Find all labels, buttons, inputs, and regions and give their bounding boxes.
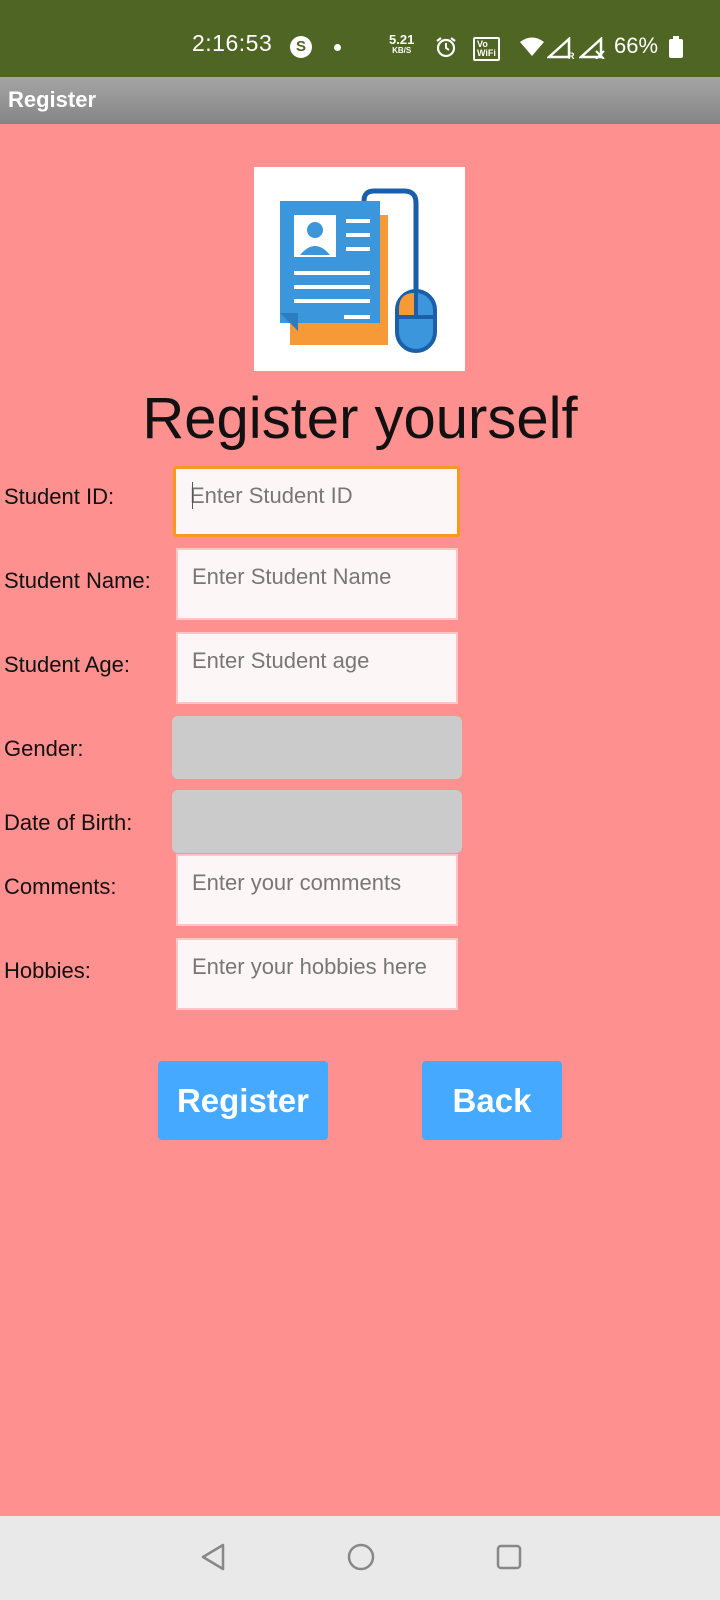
vowifi-icon: Vo WiFi	[473, 37, 500, 61]
vowifi-bottom-text: WiFi	[477, 48, 496, 58]
document-mouse-icon	[280, 188, 437, 353]
comments-placeholder: Enter your comments	[192, 870, 402, 895]
home-circle-icon[interactable]	[346, 1542, 376, 1577]
signal-icon: R	[545, 36, 575, 64]
back-triangle-icon[interactable]	[199, 1542, 227, 1577]
dob-label: Date of Birth:	[4, 810, 133, 835]
student-name-placeholder: Enter Student Name	[192, 564, 392, 589]
comments-label: Comments:	[4, 874, 117, 899]
hobbies-placeholder: Enter your hobbies here	[192, 954, 427, 979]
recents-square-icon[interactable]	[494, 1542, 524, 1577]
battery-percent: 66%	[614, 33, 659, 58]
battery-icon	[669, 36, 683, 58]
student-age-placeholder: Enter Student age	[192, 648, 370, 673]
hobbies-input[interactable]: Enter your hobbies here	[176, 938, 458, 1010]
back-button[interactable]: Back	[422, 1061, 562, 1140]
system-nav-bar	[0, 1516, 720, 1600]
notification-dot-icon	[334, 44, 341, 51]
svg-text:R: R	[568, 51, 575, 59]
student-age-label: Student Age:	[4, 652, 130, 677]
network-speed: 5.21 KB/S	[389, 33, 414, 56]
student-age-input[interactable]: Enter Student age	[176, 632, 458, 704]
student-name-label: Student Name:	[4, 568, 151, 593]
student-name-input[interactable]: Enter Student Name	[176, 548, 458, 620]
network-speed-unit: KB/S	[392, 46, 412, 55]
gender-select[interactable]	[172, 716, 462, 779]
s-app-icon: S	[290, 36, 312, 58]
page-heading: Register yourself	[142, 386, 578, 451]
hobbies-label: Hobbies:	[4, 958, 91, 983]
app-bar-title: Register	[8, 87, 97, 112]
status-time: 2:16:53	[192, 30, 273, 56]
student-id-placeholder: Enter Student ID	[190, 483, 353, 508]
status-bar: 2:16:53 S 5.21 KB/S Vo WiFi R 66%	[0, 0, 720, 77]
student-id-label: Student ID:	[4, 484, 115, 509]
app-bar: Register	[0, 77, 720, 124]
wifi-icon	[519, 37, 545, 62]
register-button[interactable]: Register	[158, 1061, 328, 1140]
dob-picker[interactable]	[172, 790, 462, 853]
comments-input[interactable]: Enter your comments	[176, 854, 458, 926]
gender-label: Gender:	[4, 736, 84, 761]
alarm-icon	[435, 36, 457, 63]
student-id-input[interactable]: Enter Student ID	[173, 466, 460, 537]
signal-no-service-icon	[577, 36, 607, 64]
registration-logo	[254, 167, 465, 371]
